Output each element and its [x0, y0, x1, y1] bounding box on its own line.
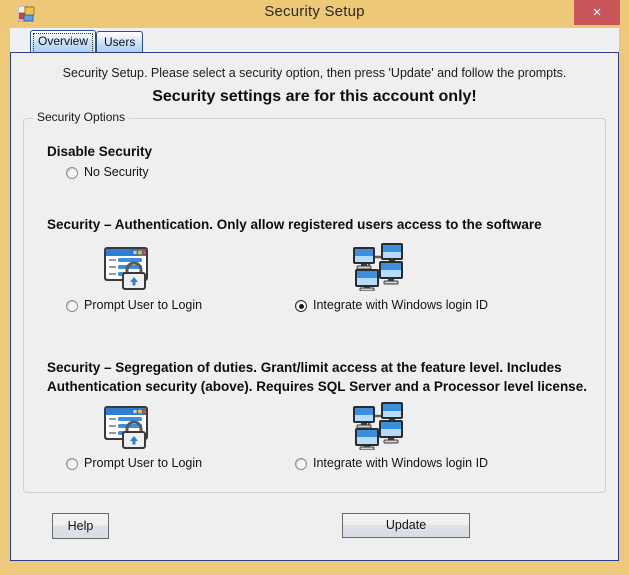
radio-dot [66, 167, 78, 179]
login-dialog-lock-icon [102, 243, 154, 296]
radio-dot [295, 458, 307, 470]
section-heading-authentication: Security – Authentication. Only allow re… [47, 217, 542, 232]
radio-dot [66, 300, 78, 312]
radio-label: Integrate with Windows login ID [313, 298, 489, 312]
radio-label: Prompt User to Login [84, 456, 203, 470]
tab-strip: Overview Users [10, 28, 619, 81]
window-title: Security Setup [264, 3, 365, 20]
radio-dot [66, 458, 78, 470]
help-button[interactable]: Help [52, 513, 109, 539]
close-button[interactable]: × [574, 0, 620, 25]
headline-text: Security settings are for this account o… [152, 88, 477, 105]
update-button[interactable]: Update [342, 513, 470, 538]
title-bar: Security Setup × [0, 0, 629, 28]
network-computers-icon [351, 243, 405, 296]
tab-focus-ring [33, 33, 94, 53]
tab-users-label: Users [104, 35, 136, 49]
tab-overview[interactable]: Overview [30, 30, 97, 53]
radio-label: Prompt User to Login [84, 298, 203, 312]
security-setup-window: Security Setup × Overview Users Security… [0, 0, 629, 575]
intro-text: Security Setup. Please select a security… [62, 66, 567, 80]
section-heading-segregation-line1: Security – Segregation of duties. Grant/… [47, 360, 562, 375]
radio-dot [295, 300, 307, 312]
security-options-group-label: Security Options [33, 110, 130, 124]
radio-label: No Security [84, 165, 149, 179]
network-computers-icon [351, 402, 405, 455]
radio-label: Integrate with Windows login ID [313, 456, 489, 470]
section-heading-disable-security: Disable Security [47, 144, 153, 159]
login-dialog-lock-icon [102, 402, 154, 455]
tab-content-panel: Security Setup. Please select a security… [10, 52, 619, 561]
section-heading-segregation-line2: Authentication security (above). Require… [47, 379, 587, 394]
tab-users[interactable]: Users [96, 31, 144, 53]
